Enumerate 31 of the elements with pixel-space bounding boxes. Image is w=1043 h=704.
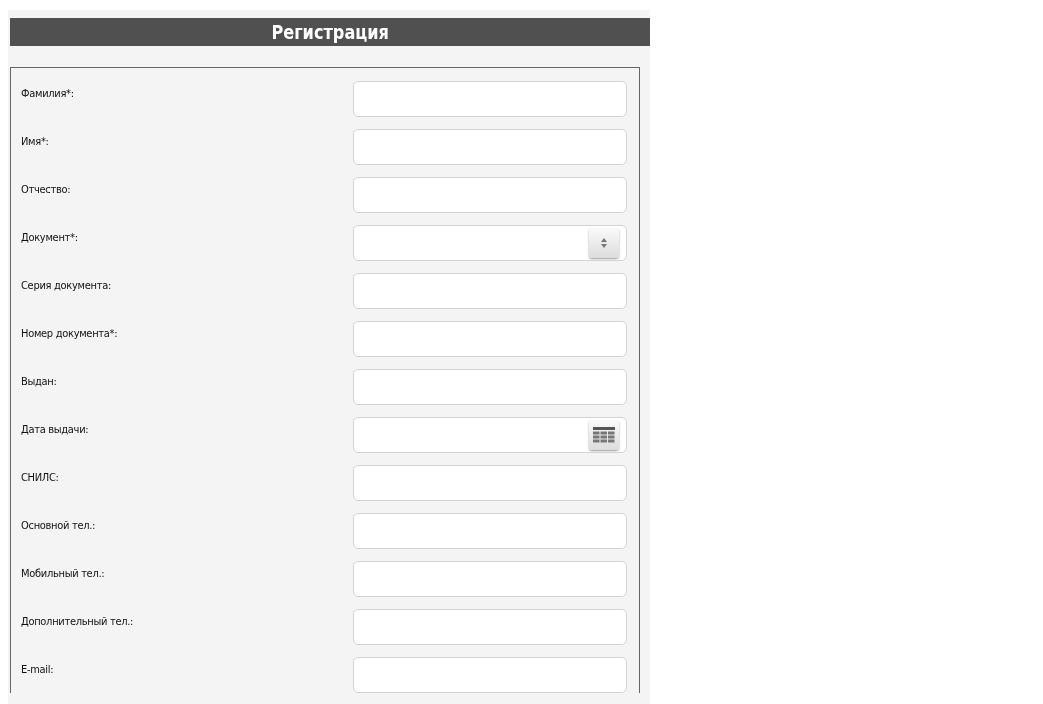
input-field[interactable]	[353, 609, 627, 645]
field-label: Номер документа*:	[21, 327, 118, 340]
calendar-icon	[593, 427, 615, 443]
field-label: E-mail:	[21, 663, 54, 676]
field-label: Дата выдачи:	[21, 423, 89, 436]
form-title: Регистрация	[271, 21, 389, 43]
input-field[interactable]	[353, 561, 627, 597]
field-label: Документ*:	[21, 231, 78, 244]
input-field[interactable]	[353, 129, 627, 165]
field-label: Основной тел.:	[21, 519, 96, 532]
input-field[interactable]	[353, 513, 627, 549]
input-field[interactable]	[353, 177, 627, 213]
field-label: Серия документа:	[21, 279, 111, 292]
select-field[interactable]	[353, 225, 627, 261]
field-label: Отчество:	[21, 183, 71, 196]
input-field[interactable]	[353, 465, 627, 501]
input-field[interactable]	[353, 81, 627, 117]
dropdown-button[interactable]	[589, 228, 619, 258]
date-field[interactable]	[353, 417, 627, 453]
input-field[interactable]	[353, 369, 627, 405]
input-field[interactable]	[353, 273, 627, 309]
field-label: СНИЛС:	[21, 471, 59, 484]
up-down-arrows-icon	[601, 238, 607, 248]
field-label: Дополнительный тел.:	[21, 615, 134, 628]
field-label: Выдан:	[21, 375, 57, 388]
input-field[interactable]	[353, 657, 627, 693]
calendar-button[interactable]	[589, 420, 619, 450]
field-label: Имя*:	[21, 135, 49, 148]
field-label: Мобильный тел.:	[21, 567, 105, 580]
input-field[interactable]	[353, 321, 627, 357]
field-label: Фамилия*:	[21, 87, 74, 100]
